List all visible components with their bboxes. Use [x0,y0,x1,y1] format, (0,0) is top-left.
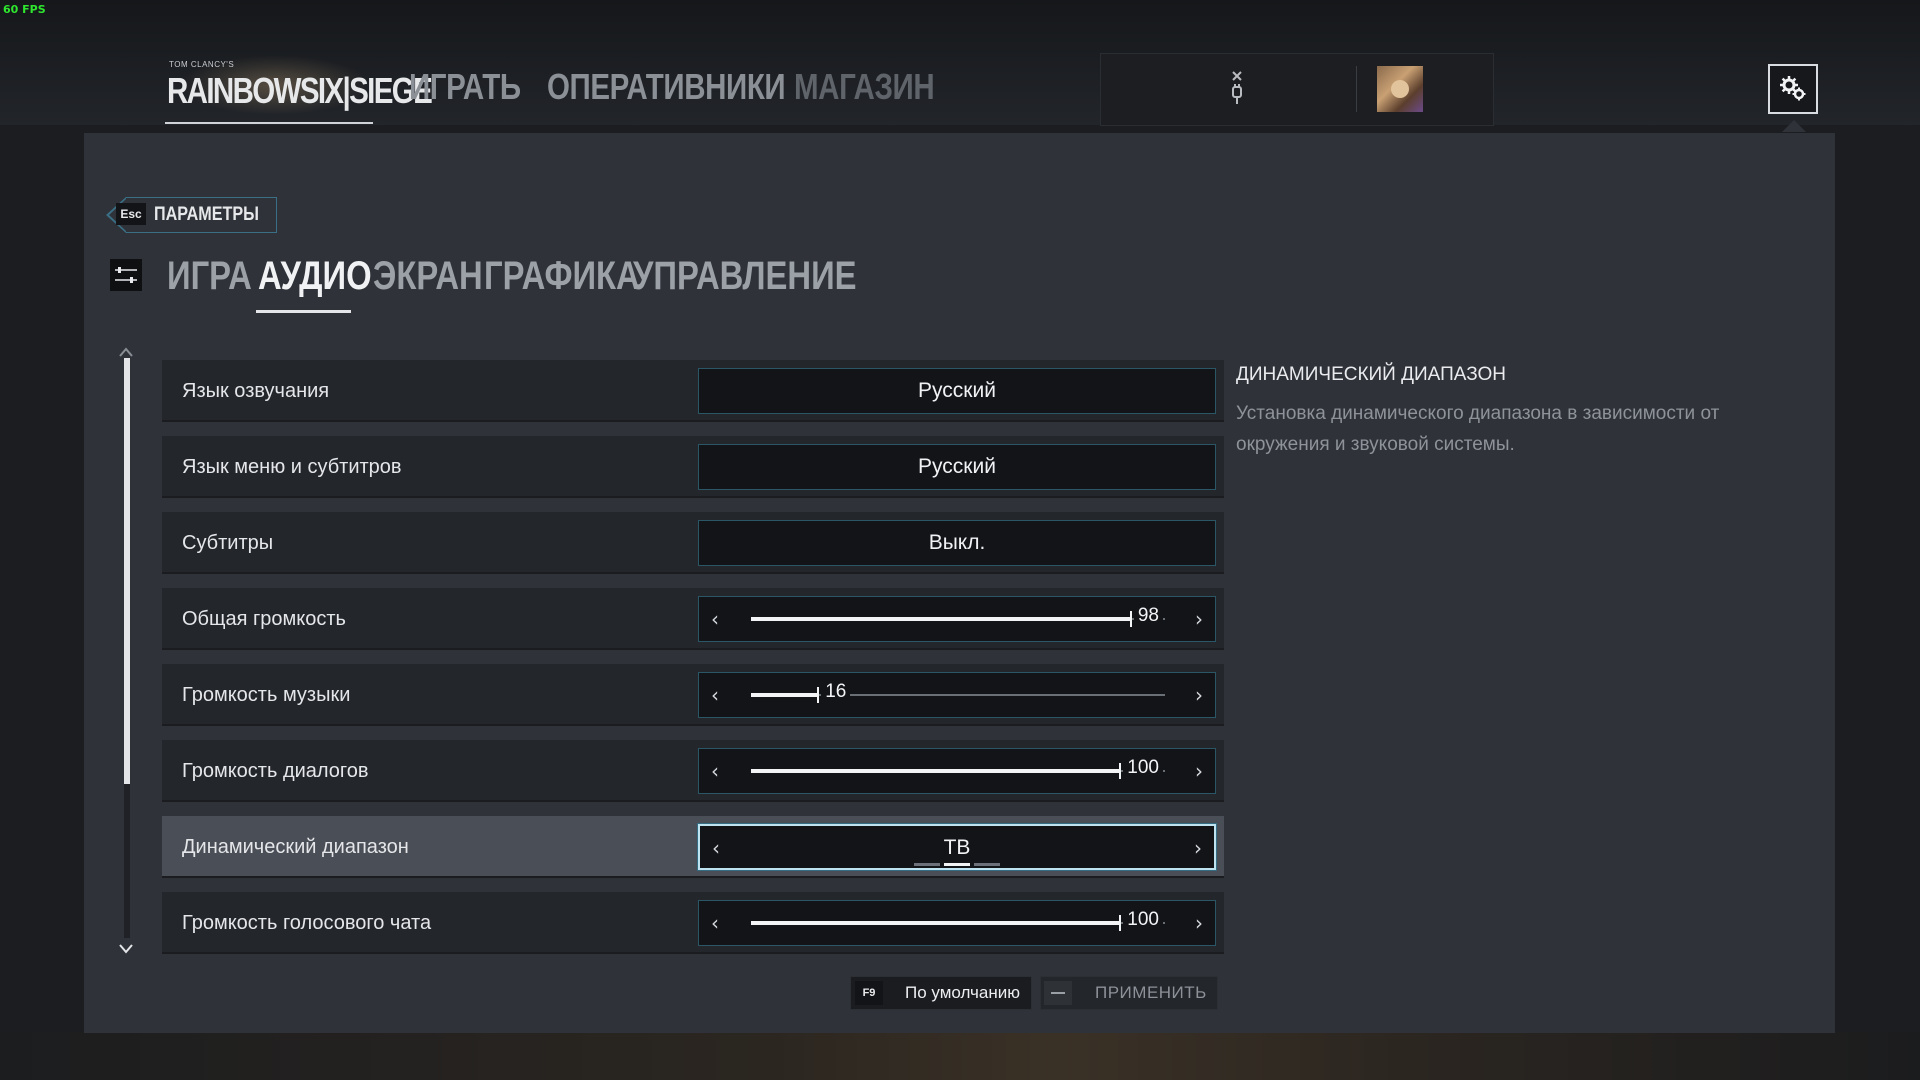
tab-graphics[interactable]: ГРАФИКА [484,254,640,299]
party-box [1100,53,1494,126]
logo-subtitle: TOM CLANCY'S [169,60,235,69]
slider-value: 16 [821,681,851,703]
tab-display[interactable]: ЭКРАН [373,254,483,299]
filter-sliders-icon[interactable] [110,259,142,291]
menu-pointer [1782,120,1806,132]
scrollbar-thumb[interactable] [124,358,130,784]
master-volume-slider[interactable]: ‹ 98 › [698,596,1216,642]
slider-fill [751,617,1130,621]
slider-handle[interactable] [1129,611,1132,627]
music-volume-slider[interactable]: ‹ 16 › [698,672,1216,718]
nav-operators[interactable]: ОПЕРАТИВНИКИ [547,66,786,108]
active-tab-underline [256,310,351,313]
setting-row-dynamic-range[interactable]: Динамический диапазон ‹ ТВ › [162,816,1224,878]
setting-row-voice-language[interactable]: Язык озвучания Русский [162,360,1224,422]
back-button[interactable]: Esc ПАРАМЕТРЫ [106,197,278,233]
tab-audio[interactable]: АУДИО [258,254,372,299]
bottom-backdrop [0,1032,1920,1080]
settings-button[interactable] [1768,64,1818,114]
slider-track[interactable]: 100 [751,909,1165,931]
logo-underline [165,122,373,124]
spacebar-key-hint [1044,981,1072,1005]
select-value: Выкл. [928,531,986,554]
chevron-right-icon[interactable]: › [1188,826,1208,870]
fps-counter: 60 FPS [3,3,46,16]
setting-row-menu-language[interactable]: Язык меню и субтитров Русский [162,436,1224,498]
slider-fill [751,693,818,697]
plug-icon[interactable] [1229,70,1245,110]
slider-handle[interactable] [1119,915,1122,931]
dialog-volume-slider[interactable]: ‹ 100 › [698,748,1216,794]
setting-label: Громкость голосового чата [182,912,432,934]
chevron-left-icon[interactable]: ‹ [705,673,725,717]
setting-label: Динамический диапазон [182,836,409,858]
slider-handle[interactable] [817,687,820,703]
apply-label: ПРИМЕНИТЬ [1095,983,1207,1002]
option-dot [974,863,1000,866]
voice-language-select[interactable]: Русский [698,368,1216,414]
chevron-right-icon[interactable]: › [1189,901,1209,945]
setting-label: Язык озвучания [182,380,330,402]
apply-button[interactable]: ПРИМЕНИТЬ [1040,976,1218,1010]
slider-value: 100 [1123,909,1163,931]
option-dot-active [944,863,970,866]
settings-gear-icon [1780,76,1806,101]
slider-value: 100 [1123,757,1163,779]
dynamic-range-selector[interactable]: ‹ ТВ › [698,824,1216,870]
setting-row-master-volume[interactable]: Общая громкость ‹ 98 › [162,588,1224,650]
reset-default-button[interactable]: F9 По умолчанию [850,976,1032,1010]
setting-row-subtitles[interactable]: Субтитры Выкл. [162,512,1224,574]
setting-label: Язык меню и субтитров [182,456,402,478]
player-avatar[interactable] [1377,66,1423,112]
game-logo[interactable]: TOM CLANCY'S RAINBOWSIX|SIEGE [165,58,433,124]
setting-label: Субтитры [182,532,274,554]
subtitles-select[interactable]: Выкл. [698,520,1216,566]
slider-value: 98 [1133,605,1163,627]
logo-title: RAINBOWSIX|SIEGE [167,70,433,111]
select-value: Русский [918,379,996,402]
chevron-left-icon[interactable]: ‹ [705,597,725,641]
reset-default-label: По умолчанию [905,983,1020,1002]
setting-label: Громкость диалогов [182,760,369,782]
slider-track[interactable]: 16 [751,681,1165,703]
chevron-right-icon[interactable]: › [1189,597,1209,641]
tab-controls[interactable]: УПРАВЛЕНИЕ [633,254,857,299]
tab-game[interactable]: ИГРА [167,254,252,299]
chevron-right-icon[interactable]: › [1189,749,1209,793]
f9-key-hint: F9 [855,981,883,1005]
slider-fill [751,769,1120,773]
setting-row-voice-chat-volume[interactable]: Громкость голосового чата ‹ 100 › [162,892,1224,954]
option-indicator [914,863,1004,866]
nav-shop[interactable]: МАГАЗИН [794,66,935,108]
option-dot [914,863,940,866]
scroll-down-icon[interactable] [118,942,134,956]
setting-row-dialog-volume[interactable]: Громкость диалогов ‹ 100 › [162,740,1224,802]
nav-play[interactable]: ИГРАТЬ [409,66,521,108]
setting-label: Общая громкость [182,608,346,630]
slider-track[interactable]: 98 [751,605,1165,627]
chevron-left-icon[interactable]: ‹ [705,749,725,793]
slider-handle[interactable] [1119,763,1122,779]
chevron-right-icon[interactable]: › [1189,673,1209,717]
page-title: ПАРАМЕТРЫ [154,204,259,225]
setting-row-music-volume[interactable]: Громкость музыки ‹ 16 › [162,664,1224,726]
description-title: ДИНАМИЧЕСКИЙ ДИАПАЗОН [1236,364,1506,385]
esc-key-hint: Esc [116,203,146,225]
setting-label: Громкость музыки [182,684,351,706]
slider-track[interactable]: 100 [751,757,1165,779]
voice-chat-volume-slider[interactable]: ‹ 100 › [698,900,1216,946]
select-value: Русский [918,455,996,478]
description-text: Установка динамического диапазона в зави… [1236,403,1720,455]
scroll-up-icon[interactable] [118,345,134,359]
menu-language-select[interactable]: Русский [698,444,1216,490]
slider-fill [751,921,1120,925]
chevron-left-icon[interactable]: ‹ [705,901,725,945]
party-separator [1356,66,1357,112]
